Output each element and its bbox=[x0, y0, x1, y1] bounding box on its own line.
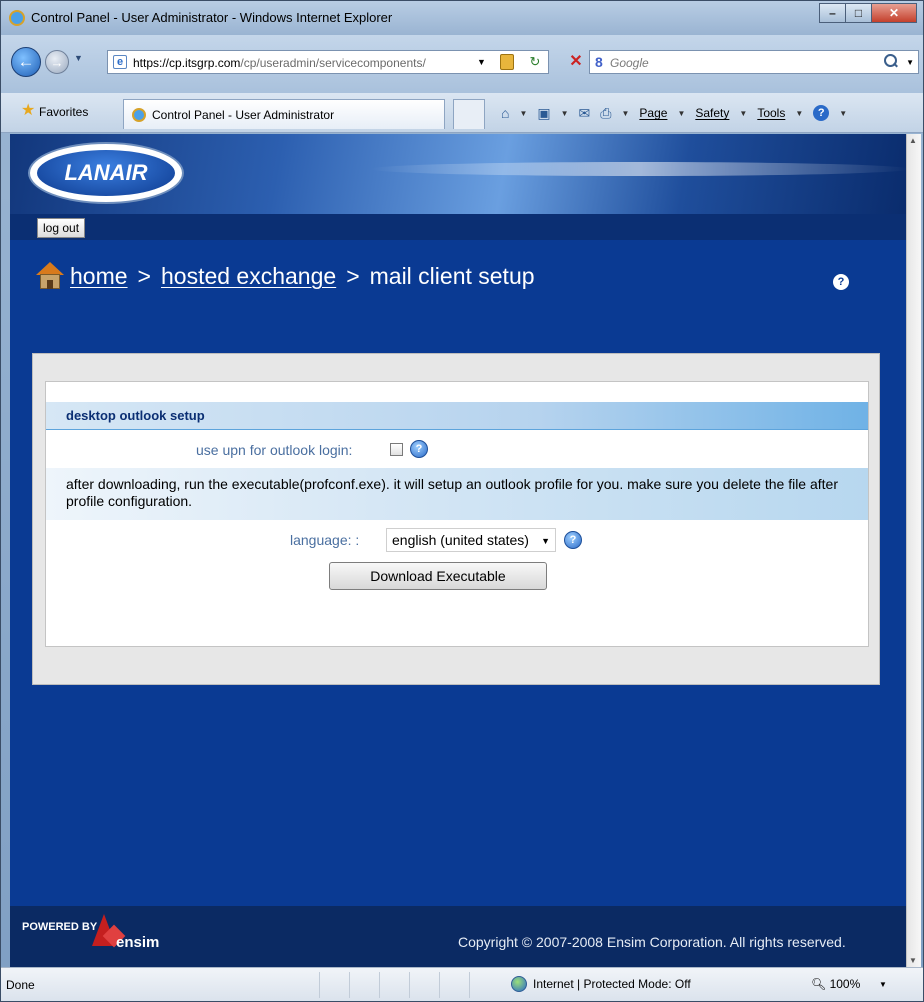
breadcrumb-separator: > bbox=[346, 262, 360, 289]
chevron-down-icon[interactable]: ▼ bbox=[519, 109, 527, 118]
lock-icon[interactable] bbox=[500, 54, 514, 70]
refresh-icon[interactable]: ↻ bbox=[525, 54, 545, 70]
url-text[interactable]: https://cp.itsgrp.com/cp/useradmin/servi… bbox=[133, 56, 473, 70]
upn-row: use upn for outlook login: ? bbox=[46, 430, 868, 468]
address-bar-row: ← → ▼ e https://cp.itsgrp.com/cp/useradm… bbox=[1, 35, 923, 93]
security-zone-text: Internet | Protected Mode: Off bbox=[533, 977, 691, 991]
zoom-level[interactable]: 🔍︎ 100% bbox=[811, 977, 860, 991]
favorites-button[interactable]: Favorites bbox=[39, 105, 88, 119]
breadcrumb-separator: > bbox=[137, 262, 151, 289]
logo-text: LANAIR bbox=[64, 160, 148, 185]
page-help-icon[interactable]: ? bbox=[833, 274, 849, 290]
lanair-logo: LANAIR bbox=[28, 142, 184, 204]
site-banner: LANAIR bbox=[10, 134, 906, 214]
breadcrumb-hosted-exchange-link[interactable]: hosted exchange bbox=[161, 263, 336, 290]
chevron-down-icon[interactable]: ▼ bbox=[561, 109, 569, 118]
upn-label: use upn for outlook login: bbox=[196, 442, 353, 458]
breadcrumb-current: mail client setup bbox=[369, 262, 535, 289]
vertical-scrollbar[interactable]: ▲ ▼ bbox=[906, 134, 921, 967]
help-icon[interactable]: ? bbox=[813, 105, 830, 121]
new-tab-button[interactable] bbox=[453, 99, 485, 129]
print-icon[interactable]: ⎙ bbox=[600, 105, 611, 122]
url-host: https://cp.itsgrp.com bbox=[133, 56, 241, 70]
zoom-value: 100% bbox=[829, 977, 861, 991]
search-options-dropdown[interactable]: ▼ bbox=[906, 58, 914, 67]
command-bar: ★ Favorites Control Panel - User Adminis… bbox=[1, 93, 923, 133]
tools-menu[interactable]: Tools bbox=[757, 106, 785, 120]
breadcrumb-home-link[interactable]: home bbox=[70, 263, 128, 290]
search-icon[interactable] bbox=[884, 54, 898, 68]
recent-pages-dropdown[interactable]: ▼ bbox=[74, 53, 83, 63]
logo-badge: LANAIR bbox=[37, 150, 175, 196]
page-viewport: LANAIR log out home > hosted exchange > … bbox=[10, 134, 906, 967]
title-bar: Control Panel - User Administrator - Win… bbox=[1, 1, 923, 35]
forward-button[interactable]: → bbox=[45, 50, 69, 74]
section-header: desktop outlook setup bbox=[46, 402, 868, 430]
chevron-down-icon: ▼ bbox=[739, 108, 748, 118]
minimize-button[interactable]: – bbox=[819, 3, 845, 23]
language-help-icon[interactable]: ? bbox=[564, 531, 582, 549]
search-engine-logo: 8 bbox=[595, 54, 603, 70]
language-label: language: : bbox=[290, 532, 360, 548]
feeds-icon[interactable]: ▣ bbox=[537, 105, 550, 122]
nav-strip bbox=[10, 214, 906, 240]
copyright-text: Copyright © 2007-2008 Ensim Corporation.… bbox=[458, 934, 846, 950]
chevron-down-icon: ▼ bbox=[795, 108, 804, 118]
security-zone[interactable]: Internet | Protected Mode: Off bbox=[511, 976, 691, 992]
search-placeholder: Google bbox=[610, 56, 649, 70]
stop-button[interactable]: ✕ bbox=[566, 50, 586, 74]
scroll-down-icon[interactable]: ▼ bbox=[909, 956, 917, 965]
search-input[interactable]: 8 Google ▼ bbox=[589, 50, 919, 74]
powered-by-label: POWERED BY bbox=[22, 921, 98, 933]
safety-menu[interactable]: Safety bbox=[695, 106, 729, 120]
mail-icon[interactable]: ✉ bbox=[579, 105, 591, 122]
language-selected-value: english (united states) bbox=[392, 532, 529, 548]
globe-icon bbox=[511, 976, 527, 992]
breadcrumb: home > hosted exchange > mail client set… bbox=[36, 258, 535, 294]
favorites-star-icon[interactable]: ★ bbox=[21, 103, 35, 119]
instructions-text: after downloading, run the executable(pr… bbox=[66, 476, 838, 509]
download-executable-button[interactable]: Download Executable bbox=[329, 562, 547, 590]
upn-checkbox[interactable] bbox=[390, 443, 403, 456]
chevron-down-icon: ▼ bbox=[677, 108, 686, 118]
chevron-down-icon[interactable]: ▼ bbox=[621, 109, 629, 118]
ie-icon bbox=[9, 10, 25, 26]
command-toolbar: ⌂ ▼ ▣ ▼ ✉ ⎙ ▼ Page ▼ Safety ▼ Tools ▼ ? … bbox=[501, 103, 847, 123]
window-controls: – □ ✕ bbox=[819, 3, 917, 23]
language-row: language: : english (united states) ▼ ? bbox=[46, 520, 868, 560]
section-title: desktop outlook setup bbox=[66, 408, 205, 423]
status-panels bbox=[319, 972, 499, 998]
chevron-down-icon[interactable]: ▼ bbox=[879, 980, 887, 989]
chevron-down-icon[interactable]: ▼ bbox=[839, 109, 847, 118]
back-button[interactable]: ← bbox=[11, 47, 41, 77]
status-bar: Done Internet | Protected Mode: Off 🔍︎ 1… bbox=[1, 967, 923, 1001]
chevron-down-icon[interactable]: ▼ bbox=[477, 57, 486, 67]
browser-window: Control Panel - User Administrator - Win… bbox=[0, 0, 924, 1002]
window-title: Control Panel - User Administrator - Win… bbox=[31, 10, 393, 25]
url-path: /cp/useradmin/servicecomponents/ bbox=[240, 56, 426, 70]
home-icon[interactable]: ⌂ bbox=[501, 105, 509, 121]
maximize-button[interactable]: □ bbox=[845, 3, 871, 23]
page-menu[interactable]: Page bbox=[639, 106, 667, 120]
tab-label: Control Panel - User Administrator bbox=[152, 108, 335, 122]
ensim-logo-text: ensim bbox=[116, 934, 160, 951]
logout-button[interactable]: log out bbox=[37, 218, 86, 238]
close-button[interactable]: ✕ bbox=[871, 3, 917, 23]
house-icon bbox=[36, 262, 64, 290]
status-text: Done bbox=[6, 978, 35, 992]
address-input[interactable]: e https://cp.itsgrp.com/cp/useradmin/ser… bbox=[107, 50, 549, 74]
page-icon: e bbox=[113, 55, 127, 69]
upn-help-icon[interactable]: ? bbox=[410, 440, 428, 458]
outlook-setup-panel: desktop outlook setup use upn for outloo… bbox=[45, 381, 869, 647]
site-footer: POWERED BY ensim Copyright © 2007-2008 E… bbox=[10, 906, 906, 967]
chevron-down-icon[interactable]: ▼ bbox=[541, 530, 550, 552]
content-panel: desktop outlook setup use upn for outloo… bbox=[32, 353, 880, 685]
scroll-up-icon[interactable]: ▲ bbox=[909, 136, 917, 145]
language-select[interactable]: english (united states) ▼ bbox=[386, 528, 556, 552]
instructions-band: after downloading, run the executable(pr… bbox=[46, 468, 868, 520]
ie-icon bbox=[132, 108, 146, 122]
tab-control-panel[interactable]: Control Panel - User Administrator bbox=[123, 99, 445, 129]
